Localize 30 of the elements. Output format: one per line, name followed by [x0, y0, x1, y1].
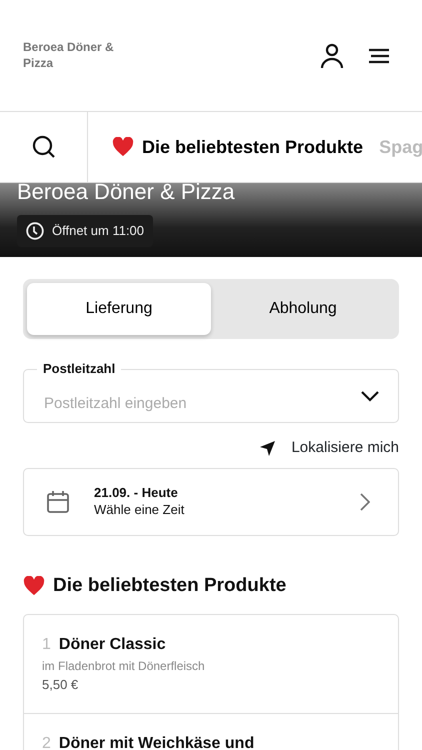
mode-tab[interactable]: Abholung — [211, 283, 395, 335]
clock-icon — [26, 222, 44, 240]
restaurant-title: Beroea Döner & Pizza — [17, 183, 235, 203]
product-item[interactable]: 1 Döner Classic im Fladenbrot mit Dönerfleisch 5,50 € — [24, 615, 398, 714]
chevron-right-icon — [360, 492, 370, 510]
date-subtitle: Wähle eine Zeit — [94, 502, 186, 518]
chevron-down-icon[interactable] — [361, 391, 379, 402]
product-description: im Fladenbrot mit Dönerfleisch — [42, 658, 206, 675]
product-item[interactable]: 2 Döner mit Weichkäse und — [24, 714, 398, 750]
date-title: 21.09. - Heute — [94, 485, 179, 502]
opening-hours: Öffnet um 11:00 — [52, 222, 144, 240]
product-price: 5,50 € — [42, 676, 80, 694]
account-icon[interactable] — [320, 42, 344, 68]
rank-number: 1 — [42, 635, 51, 655]
search-icon[interactable] — [32, 135, 56, 159]
rank-number: 2 — [42, 734, 51, 750]
calendar-icon — [46, 490, 70, 514]
locate-me-link[interactable]: Lokalisiere mich — [260, 437, 399, 460]
field-label: Postleitzahl — [37, 362, 122, 376]
brand-name[interactable]: Beroea Döner & Pizza — [23, 40, 133, 72]
locate-me-label: Lokalisiere mich — [291, 438, 399, 458]
product-name: Döner mit Weichkäse und — [58, 734, 254, 750]
section-title: Die beliebtesten Produkte — [53, 574, 286, 598]
heart-icon — [23, 576, 45, 596]
date-picker-card[interactable]: 21.09. - Heute Wähle eine Zeit — [23, 468, 399, 536]
location-arrow-icon — [260, 440, 276, 456]
menu-icon[interactable] — [368, 48, 390, 64]
mode-tab[interactable]: Lieferung — [27, 283, 211, 335]
product-name: Döner Classic — [58, 635, 166, 655]
category-tab[interactable]: Die beliebtesten Produkte — [112, 134, 372, 160]
